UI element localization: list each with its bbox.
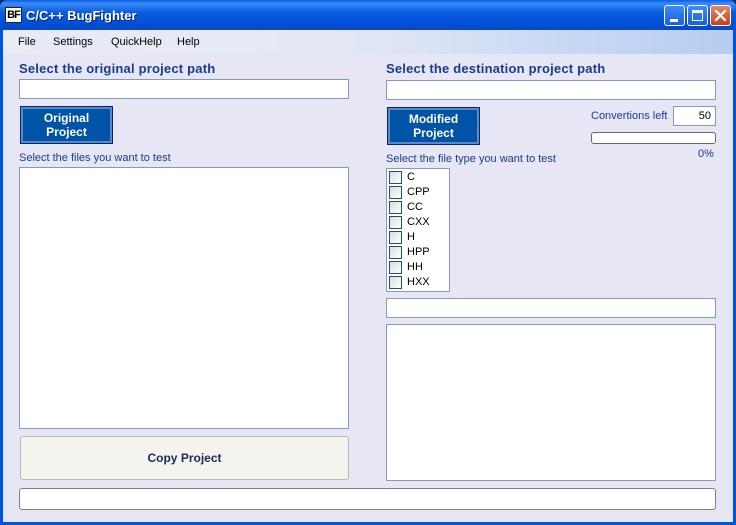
filter-input[interactable] (386, 298, 716, 318)
filetype-c[interactable]: C (389, 170, 449, 185)
menu-settings[interactable]: Settings (53, 36, 93, 48)
filetype-label: CC (407, 201, 423, 213)
conversions-left-field[interactable]: 50 (673, 106, 716, 126)
minimize-button[interactable] (664, 5, 685, 26)
window-title: C/C++ BugFighter (26, 8, 137, 23)
copy-project-button[interactable]: Copy Project (20, 436, 349, 480)
client-area: File Settings QuickHelp Help Select the … (3, 30, 733, 522)
filetype-hxx[interactable]: HXX (389, 275, 449, 290)
filetype-label: HPP (407, 246, 430, 258)
filetype-caption: Select the file type you want to test (386, 153, 556, 165)
original-path-heading: Select the original project path (19, 61, 216, 76)
files-caption: Select the files you want to test (19, 152, 171, 164)
filetype-cxx[interactable]: CXX (389, 215, 449, 230)
filetype-hh[interactable]: HH (389, 260, 449, 275)
checkbox-cpp[interactable] (389, 186, 402, 199)
filetype-checklist: C CPP CC CXX H HPP HH HXX (386, 168, 450, 292)
filetype-label: CXX (407, 216, 430, 228)
filetype-hpp[interactable]: HPP (389, 245, 449, 260)
modified-project-button[interactable]: Modified Project (387, 107, 480, 145)
minimize-icon (670, 19, 678, 22)
menu-help[interactable]: Help (177, 36, 200, 48)
filetype-h[interactable]: H (389, 230, 449, 245)
filetype-label: HXX (407, 276, 430, 288)
title-bar[interactable]: BF C/C++ BugFighter (0, 0, 736, 30)
original-project-button[interactable]: Original Project (20, 106, 113, 144)
progress-percent-label: 0% (698, 148, 714, 160)
filetype-label: H (407, 231, 415, 243)
checkbox-cxx[interactable] (389, 216, 402, 229)
checkbox-cc[interactable] (389, 201, 402, 214)
filetype-cc[interactable]: CC (389, 200, 449, 215)
checkbox-h[interactable] (389, 231, 402, 244)
maximize-icon (692, 10, 703, 21)
filetype-label: CPP (407, 186, 430, 198)
original-path-input[interactable] (19, 79, 349, 99)
app-window: BF C/C++ BugFighter File Settings QuickH… (0, 0, 736, 525)
status-field (19, 488, 716, 510)
conversions-left-label: Convertions left (591, 110, 668, 122)
destination-path-input[interactable] (386, 80, 716, 100)
checkbox-hxx[interactable] (389, 276, 402, 289)
menu-bar: File Settings QuickHelp Help (3, 30, 733, 54)
output-log-box[interactable] (386, 324, 716, 481)
close-button[interactable] (710, 5, 731, 26)
filetype-cpp[interactable]: CPP (389, 185, 449, 200)
menu-quickhelp[interactable]: QuickHelp (111, 36, 162, 48)
close-icon (714, 9, 727, 22)
checkbox-hpp[interactable] (389, 246, 402, 259)
filetype-label: HH (407, 261, 423, 273)
menu-file[interactable]: File (18, 36, 36, 48)
destination-path-heading: Select the destination project path (386, 61, 606, 76)
checkbox-hh[interactable] (389, 261, 402, 274)
app-icon: BF (5, 7, 22, 23)
filetype-label: C (407, 171, 415, 183)
files-listbox[interactable] (19, 167, 349, 429)
maximize-button[interactable] (687, 5, 708, 26)
checkbox-c[interactable] (389, 171, 402, 184)
conversion-progress-bar (591, 132, 716, 144)
